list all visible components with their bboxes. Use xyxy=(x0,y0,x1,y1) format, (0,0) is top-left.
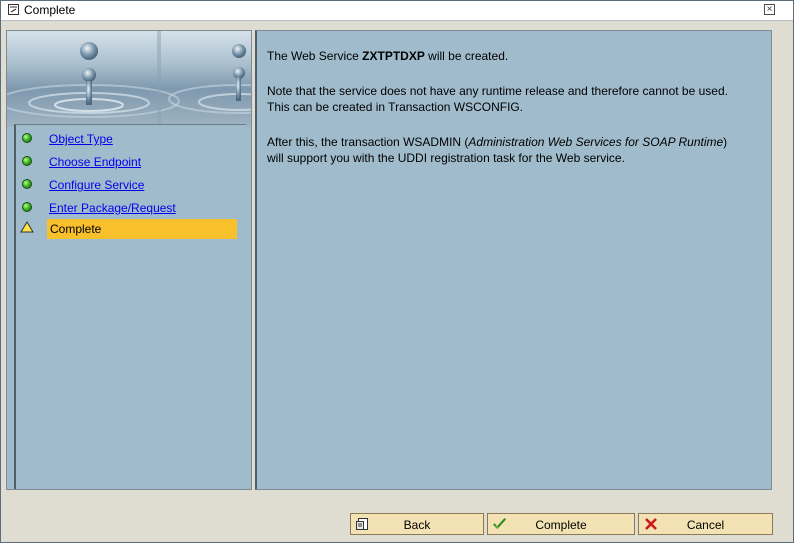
cancel-label: Cancel xyxy=(686,518,725,532)
title-bar: Complete × xyxy=(1,1,793,21)
water-drop-image xyxy=(7,31,251,127)
green-dot-icon xyxy=(22,133,32,143)
text-segment: After this, the transaction WSADMIN ( xyxy=(267,135,469,149)
cancel-button[interactable]: Cancel xyxy=(638,513,773,535)
yellow-triangle-icon xyxy=(20,221,34,233)
step-object-type[interactable]: Object Type xyxy=(16,130,246,150)
complete-label: Complete xyxy=(535,518,587,532)
step-configure-service[interactable]: Configure Service xyxy=(16,176,246,196)
complete-button[interactable]: Complete xyxy=(487,513,635,535)
window-title: Complete xyxy=(24,3,76,17)
transaction-description: Administration Web Services for SOAP Run… xyxy=(468,135,724,149)
step-label: Complete xyxy=(50,222,102,236)
step-link[interactable]: Configure Service xyxy=(49,178,144,192)
back-button[interactable]: Back xyxy=(350,513,484,535)
step-choose-endpoint[interactable]: Choose Endpoint xyxy=(16,153,246,173)
service-name: ZXTPTDXP xyxy=(362,49,425,63)
step-complete: Complete xyxy=(16,219,246,239)
step-enter-package[interactable]: Enter Package/Request xyxy=(16,199,246,219)
steps-list: Object Type Choose Endpoint Configure Se… xyxy=(14,124,246,489)
window-icon xyxy=(8,4,19,15)
back-label: Back xyxy=(403,518,431,532)
info-paragraph-3: After this, the transaction WSADMIN (Adm… xyxy=(267,134,737,166)
info-paragraph-2: Note that the service does not have any … xyxy=(267,84,728,114)
text-segment: The Web Service xyxy=(267,49,363,63)
step-link[interactable]: Choose Endpoint xyxy=(49,155,141,169)
steps-panel: Object Type Choose Endpoint Configure Se… xyxy=(6,30,252,490)
green-dot-icon xyxy=(22,202,32,212)
step-link[interactable]: Object Type xyxy=(49,132,113,146)
info-paragraph-1: The Web Service ZXTPTDXP will be created… xyxy=(267,48,737,64)
close-icon[interactable]: × xyxy=(764,4,775,15)
dialog-window: Complete × Object Type Choose Endpoint C… xyxy=(0,0,794,543)
text-segment: will be created. xyxy=(424,49,509,63)
step-link[interactable]: Enter Package/Request xyxy=(49,201,176,215)
button-bar: Back Complete Cancel xyxy=(1,491,793,542)
green-dot-icon xyxy=(22,179,32,189)
green-dot-icon xyxy=(22,156,32,166)
content-panel: The Web Service ZXTPTDXP will be created… xyxy=(255,30,772,490)
